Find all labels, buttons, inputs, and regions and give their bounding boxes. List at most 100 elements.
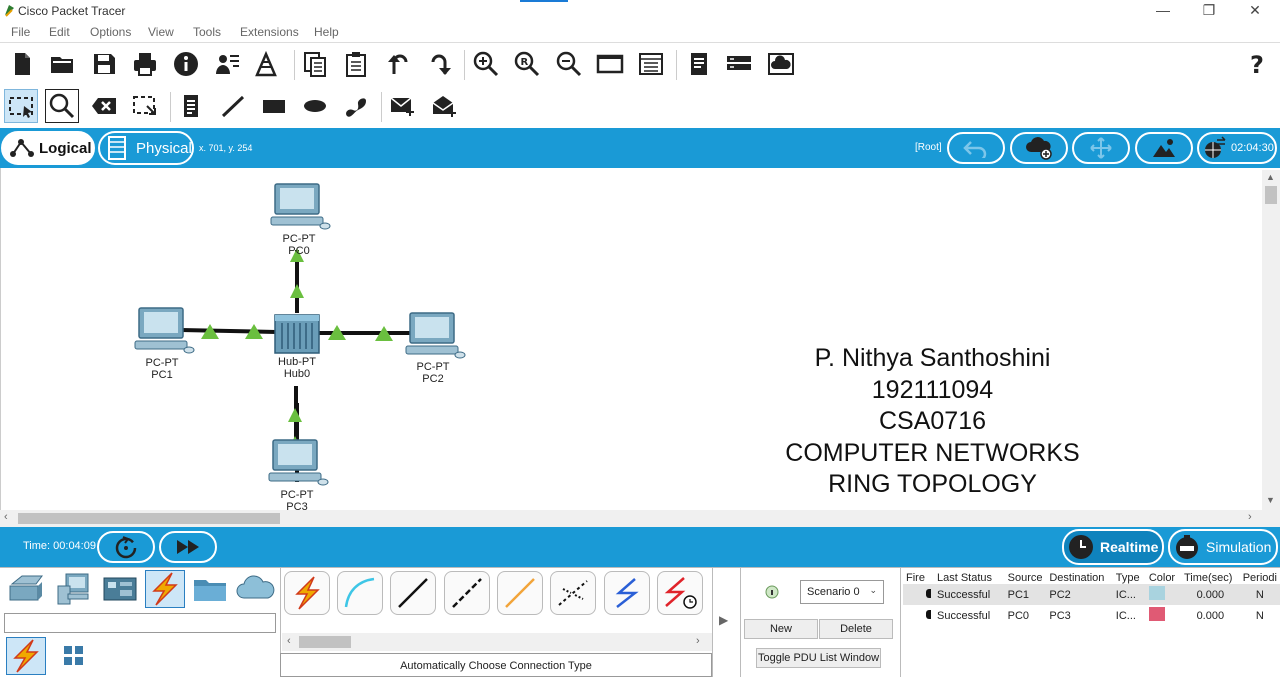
toggle-pdu-list-button[interactable]: Toggle PDU List Window bbox=[756, 648, 881, 668]
cloud-icon[interactable] bbox=[764, 47, 798, 81]
power-cycle-button[interactable] bbox=[97, 531, 155, 563]
move-object-button[interactable] bbox=[1072, 132, 1130, 164]
category-network-devices[interactable] bbox=[8, 572, 44, 609]
table-row[interactable]: Successful PC0 PC3 IC... 0.000 N bbox=[903, 605, 1280, 626]
scroll-left-icon[interactable]: ‹ bbox=[287, 635, 291, 647]
add-simple-pdu-icon[interactable] bbox=[386, 89, 420, 123]
menu-options[interactable]: Options bbox=[90, 25, 131, 39]
info-icon[interactable] bbox=[169, 47, 203, 81]
collapse-arrow-icon[interactable]: ▶ bbox=[719, 613, 728, 627]
menu-extensions[interactable]: Extensions bbox=[240, 25, 299, 39]
fast-forward-button[interactable] bbox=[159, 531, 217, 563]
restore-button[interactable]: ❐ bbox=[1194, 2, 1224, 20]
connection-auto[interactable] bbox=[284, 571, 330, 615]
connections-scroll-thumb[interactable] bbox=[299, 636, 351, 648]
resize-icon[interactable] bbox=[128, 89, 162, 123]
new-cluster-button[interactable] bbox=[1010, 132, 1068, 164]
scroll-right-icon[interactable]: › bbox=[696, 635, 700, 647]
vertical-scroll-thumb[interactable] bbox=[1265, 186, 1277, 204]
horizontal-scrollbar[interactable]: ‹ › bbox=[0, 510, 1280, 527]
freeform-icon[interactable] bbox=[339, 89, 373, 123]
category-multiuser[interactable] bbox=[236, 572, 276, 609]
custom-device-icon[interactable] bbox=[634, 47, 668, 81]
subcategory-connections[interactable] bbox=[6, 637, 46, 675]
workspace-note[interactable]: P. Nithya Santhoshini 192111094 CSA0716 … bbox=[760, 343, 1105, 501]
category-components[interactable] bbox=[102, 572, 138, 609]
connection-phone[interactable] bbox=[550, 571, 596, 615]
horizontal-scroll-thumb[interactable] bbox=[18, 513, 280, 524]
zoom-out-icon[interactable] bbox=[552, 47, 586, 81]
note-icon[interactable] bbox=[174, 89, 208, 123]
print-icon[interactable] bbox=[128, 47, 162, 81]
drawing-palette-icon[interactable] bbox=[593, 47, 627, 81]
open-folder-icon[interactable] bbox=[45, 47, 79, 81]
connection-copper-straight[interactable] bbox=[390, 571, 436, 615]
subcategory-grid[interactable] bbox=[62, 644, 86, 671]
globe-icon bbox=[1205, 136, 1226, 158]
new-file-icon[interactable] bbox=[5, 47, 39, 81]
add-complex-pdu-icon[interactable] bbox=[428, 89, 462, 123]
simulation-mode-button[interactable]: Simulation bbox=[1168, 529, 1278, 565]
device-search-field[interactable] bbox=[4, 613, 276, 633]
rectangle-icon[interactable] bbox=[257, 89, 291, 123]
back-button[interactable] bbox=[947, 132, 1005, 164]
hub-icon[interactable] bbox=[274, 314, 320, 354]
ellipse-icon[interactable] bbox=[298, 89, 332, 123]
fire-cell[interactable] bbox=[903, 584, 934, 605]
pc-icon[interactable] bbox=[405, 312, 466, 359]
pc-icon[interactable] bbox=[270, 183, 331, 230]
activity-wizard-icon[interactable] bbox=[210, 47, 244, 81]
lightning-icon bbox=[152, 572, 178, 606]
connection-copper-cross[interactable] bbox=[444, 571, 490, 615]
scenario-select[interactable]: Scenario 0 ⌄ bbox=[800, 580, 884, 604]
device-list-icon[interactable] bbox=[722, 47, 756, 81]
category-miscellaneous[interactable] bbox=[192, 572, 228, 609]
scenario-info-icon[interactable] bbox=[765, 585, 779, 602]
set-background-button[interactable] bbox=[1135, 132, 1193, 164]
undo-icon[interactable] bbox=[381, 47, 415, 81]
delete-scenario-button[interactable]: Delete bbox=[819, 619, 893, 639]
scroll-left-icon[interactable]: ‹ bbox=[4, 511, 8, 523]
fire-cell[interactable] bbox=[903, 605, 934, 626]
pc-icon[interactable] bbox=[268, 439, 329, 486]
menu-view[interactable]: View bbox=[148, 25, 174, 39]
realtime-mode-button[interactable]: Realtime bbox=[1062, 529, 1164, 565]
physical-tab[interactable]: Physical bbox=[98, 131, 194, 165]
link-pc1-hub[interactable] bbox=[180, 328, 277, 334]
line-icon[interactable] bbox=[216, 89, 250, 123]
minimize-button[interactable]: — bbox=[1148, 2, 1178, 20]
zoom-in-icon[interactable] bbox=[469, 47, 503, 81]
category-end-devices[interactable] bbox=[56, 572, 92, 609]
category-connections[interactable] bbox=[145, 570, 185, 608]
paste-icon[interactable] bbox=[339, 47, 373, 81]
redo-icon[interactable] bbox=[422, 47, 456, 81]
vertical-scrollbar[interactable]: ▲ ▼ bbox=[1262, 170, 1280, 510]
delete-icon[interactable] bbox=[87, 89, 121, 123]
inspect-icon[interactable] bbox=[45, 89, 79, 123]
logical-tab[interactable]: Logical bbox=[1, 131, 95, 165]
connection-console[interactable] bbox=[337, 571, 383, 615]
zoom-reset-icon[interactable]: R bbox=[510, 47, 544, 81]
close-button[interactable]: ✕ bbox=[1240, 2, 1270, 20]
viewport-button[interactable]: 02:04:30 bbox=[1197, 132, 1277, 164]
copy-icon[interactable] bbox=[298, 47, 332, 81]
new-scenario-button[interactable]: New bbox=[744, 619, 818, 639]
menu-edit[interactable]: Edit bbox=[49, 25, 70, 39]
menu-file[interactable]: File bbox=[11, 25, 30, 39]
menu-tools[interactable]: Tools bbox=[193, 25, 221, 39]
periodic-cell: N bbox=[1255, 588, 1264, 601]
connection-fiber[interactable] bbox=[497, 571, 543, 615]
connection-coaxial[interactable] bbox=[604, 571, 650, 615]
network-info-icon[interactable] bbox=[251, 47, 285, 81]
scroll-right-icon[interactable]: › bbox=[1248, 511, 1252, 523]
table-row[interactable]: Successful PC1 PC2 IC... 0.000 N bbox=[903, 584, 1280, 605]
scroll-up-icon[interactable]: ▲ bbox=[1266, 172, 1275, 182]
help-icon[interactable]: ? bbox=[1240, 47, 1274, 81]
menu-help[interactable]: Help bbox=[314, 25, 339, 39]
notes-icon[interactable] bbox=[682, 47, 716, 81]
save-icon[interactable] bbox=[87, 47, 121, 81]
scroll-down-icon[interactable]: ▼ bbox=[1266, 495, 1275, 505]
select-icon[interactable] bbox=[4, 89, 38, 123]
connection-serial[interactable] bbox=[657, 571, 703, 615]
connections-scrollbar[interactable]: ‹ › bbox=[282, 633, 712, 651]
